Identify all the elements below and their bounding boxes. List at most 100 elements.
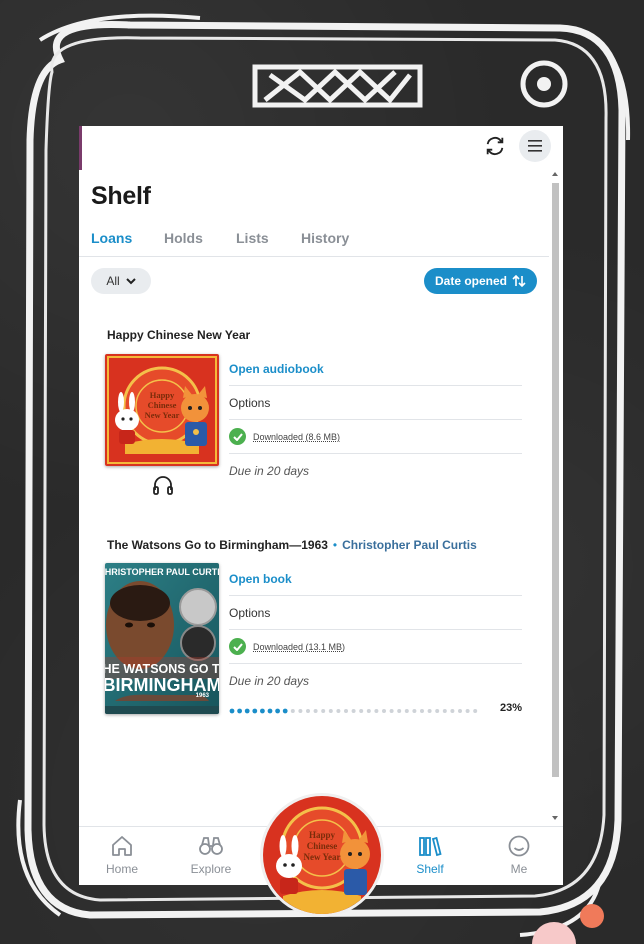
tabs-divider xyxy=(79,256,549,257)
progress-dot xyxy=(260,708,265,714)
cover-title-line-1: THE WATSONS GO TO xyxy=(105,662,219,676)
scroll-down-arrow[interactable] xyxy=(552,816,558,820)
book-title-text: The Watsons Go to Birmingham—1963 xyxy=(107,538,328,552)
scroll-up-arrow[interactable] xyxy=(552,172,558,176)
download-status: Downloaded (13.1 MB) xyxy=(229,630,522,664)
speaker-scribble xyxy=(252,64,423,108)
title-author-separator: • xyxy=(332,538,338,552)
sort-button[interactable]: Date opened xyxy=(424,268,537,294)
book-actions: Open book Options Downloaded (13.1 MB) D… xyxy=(229,562,522,697)
progress-dot xyxy=(313,709,318,713)
menu-button[interactable] xyxy=(519,130,551,162)
now-playing-text-3: New Year xyxy=(304,852,341,862)
decorative-dot-pink xyxy=(532,922,576,944)
progress-dot xyxy=(366,709,371,713)
sort-arrows-icon xyxy=(512,275,526,287)
progress-dot xyxy=(435,709,440,713)
sync-icon xyxy=(486,137,504,155)
tab-history[interactable]: History xyxy=(301,230,349,246)
progress-dot xyxy=(465,709,470,713)
progress-dots xyxy=(229,708,478,714)
tab-loans[interactable]: Loans xyxy=(91,230,132,246)
progress-dot xyxy=(244,708,250,714)
cover-title-line-2: BIRMINGHAM xyxy=(105,675,219,695)
cover-author: CHRISTOPHER PAUL CURTIS xyxy=(105,567,219,577)
due-date: Due in 20 days xyxy=(229,463,310,478)
nav-explore-label: Explore xyxy=(190,862,232,876)
filter-label: All xyxy=(106,274,120,288)
check-circle-icon xyxy=(229,638,246,655)
app-screen: Shelf Loans Holds Lists History All Date… xyxy=(79,126,563,885)
cover-text-line-2: Chinese xyxy=(148,400,177,410)
progress-dot xyxy=(412,709,417,713)
progress-dot xyxy=(306,709,310,713)
cover-year: 1963 xyxy=(196,693,210,699)
camera-doodle xyxy=(520,60,568,108)
now-playing-text-2: Chinese xyxy=(307,841,338,851)
decorative-dot-orange xyxy=(580,904,604,928)
reading-progress: 23% xyxy=(229,702,522,716)
progress-dot xyxy=(336,709,341,713)
progress-dot xyxy=(442,709,447,713)
book-cover[interactable]: CHRISTOPHER PAUL CURTIS THE WATSONS GO T… xyxy=(105,563,219,714)
nav-home[interactable]: Home xyxy=(87,835,157,876)
now-playing-cover: Happy Chinese New Year xyxy=(263,796,381,914)
progress-dot xyxy=(267,708,273,714)
progress-dot xyxy=(473,709,478,713)
download-status: Downloaded (8.6 MB) xyxy=(229,420,522,454)
download-size-label[interactable]: Downloaded (8.6 MB) xyxy=(253,432,340,442)
progress-dot xyxy=(404,709,409,713)
chevron-down-icon xyxy=(125,277,136,284)
cover-text-line-3: New Year xyxy=(145,410,180,420)
book-author-link[interactable]: Christopher Paul Curtis xyxy=(342,538,477,552)
open-audiobook-link[interactable]: Open audiobook xyxy=(229,352,522,386)
open-book-link[interactable]: Open book xyxy=(229,562,522,596)
progress-dot xyxy=(397,709,402,713)
options-link[interactable]: Options xyxy=(229,596,522,630)
filter-dropdown[interactable]: All xyxy=(91,268,151,294)
download-size-label[interactable]: Downloaded (13.1 MB) xyxy=(253,642,345,652)
scrollbar-thumb[interactable] xyxy=(552,183,559,777)
progress-dot xyxy=(252,708,258,714)
sort-label: Date opened xyxy=(434,274,507,288)
progress-dot xyxy=(328,709,333,713)
nav-shelf-label: Shelf xyxy=(416,862,444,876)
options-link[interactable]: Options xyxy=(229,386,522,420)
progress-dot xyxy=(282,708,288,714)
books-icon xyxy=(419,836,442,857)
progress-dot xyxy=(275,708,280,714)
progress-dot xyxy=(229,708,235,714)
progress-dot xyxy=(237,708,242,714)
progress-dot xyxy=(290,709,295,713)
tab-holds[interactable]: Holds xyxy=(164,230,203,246)
nav-home-label: Home xyxy=(105,862,138,876)
page-title: Shelf xyxy=(91,182,151,210)
progress-dot xyxy=(450,709,455,713)
progress-dot xyxy=(374,709,379,713)
now-playing-text-1: Happy xyxy=(309,830,336,840)
progress-dot xyxy=(389,709,394,713)
book-cover[interactable]: Happy Chinese New Year xyxy=(105,354,219,466)
binoculars-icon xyxy=(199,837,223,855)
now-playing-button[interactable]: Happy Chinese New Year xyxy=(260,793,384,917)
home-icon xyxy=(112,836,132,856)
progress-dot xyxy=(298,709,303,713)
progress-percent: 23% xyxy=(499,702,522,714)
progress-dot xyxy=(427,709,432,713)
check-circle-icon xyxy=(229,428,246,445)
nav-me[interactable]: Me xyxy=(484,835,554,876)
sync-button[interactable] xyxy=(481,132,509,160)
happy-chinese-new-year-cover: Happy Chinese New Year xyxy=(105,354,219,466)
tab-lists[interactable]: Lists xyxy=(236,230,269,246)
progress-dot xyxy=(344,709,348,713)
watsons-go-to-birmingham-cover: CHRISTOPHER PAUL CURTIS THE WATSONS GO T… xyxy=(105,563,219,714)
nav-explore[interactable]: Explore xyxy=(176,835,246,876)
book-title[interactable]: The Watsons Go to Birmingham—1963 • Christ… xyxy=(107,538,477,552)
book-title[interactable]: Happy Chinese New Year xyxy=(107,328,250,342)
headphones-icon xyxy=(153,476,173,495)
nav-shelf[interactable]: Shelf xyxy=(395,835,465,876)
progress-dot xyxy=(351,709,356,713)
due-date: Due in 20 days xyxy=(229,673,310,688)
progress-dot xyxy=(420,709,424,713)
app-header xyxy=(79,126,563,170)
